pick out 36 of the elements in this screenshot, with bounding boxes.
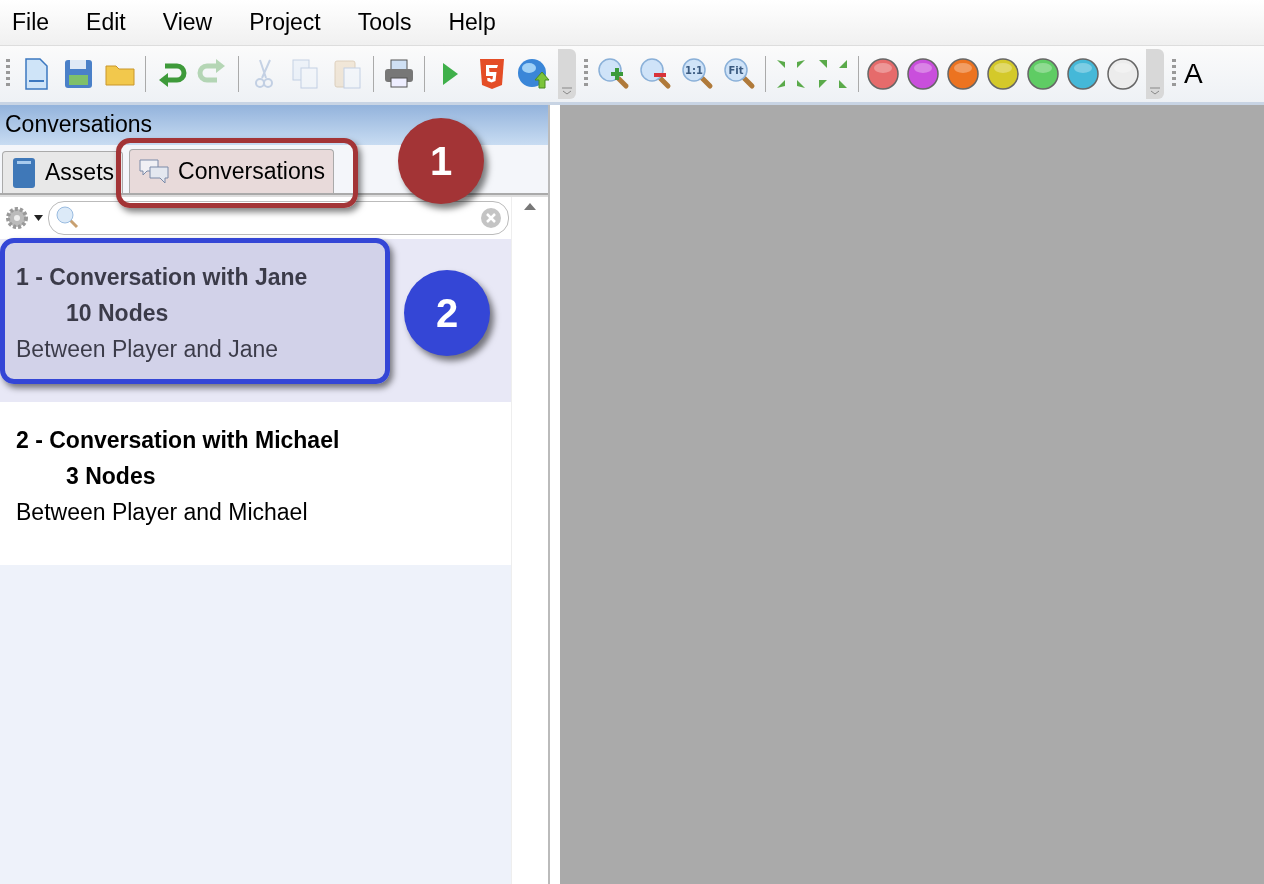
color-swatch-button[interactable]: [866, 57, 900, 91]
globe-upload-icon[interactable]: [516, 56, 552, 92]
book-icon: [11, 156, 37, 189]
speech-bubbles-icon: [138, 157, 171, 186]
conversation-title: 2 - Conversation with Michael: [16, 426, 340, 455]
tab[interactable]: Conversations: [129, 149, 335, 193]
color-swatch-button[interactable]: [946, 57, 980, 91]
menu-item[interactable]: Project: [249, 9, 321, 36]
conversation-list-item[interactable]: 2 - Conversation with Michael 3 Nodes Between Player and Michael: [0, 402, 512, 565]
toolbar-grip-icon[interactable]: [1172, 59, 1176, 89]
search-field[interactable]: [48, 201, 510, 235]
menu-item[interactable]: Edit: [86, 9, 126, 36]
conversation-title: 1 - Conversation with Jane: [16, 263, 308, 292]
settings-dropdown-button[interactable]: [4, 205, 44, 231]
color-swatch-button[interactable]: [1026, 57, 1060, 91]
menu-item[interactable]: File: [12, 9, 50, 36]
menu-item[interactable]: View: [162, 9, 213, 36]
menu-item[interactable]: Tools: [357, 9, 412, 36]
color-swatch-button[interactable]: [1106, 57, 1140, 91]
search-icon: [55, 205, 81, 231]
tab[interactable]: Assets: [2, 151, 124, 193]
toolbar-grip-icon[interactable]: [6, 59, 10, 89]
chevron-down-icon: [1149, 87, 1161, 95]
conversation-description: Between Player and Michael: [16, 498, 308, 527]
color-swatch-button[interactable]: [1066, 57, 1100, 91]
color-swatch-button[interactable]: [986, 57, 1020, 91]
node-count: 10 Nodes: [66, 299, 169, 328]
toolbar-label: A: [1184, 58, 1203, 90]
chevron-down-icon: [561, 87, 573, 95]
color-swatch-button[interactable]: [906, 57, 940, 91]
scroll-up-icon[interactable]: [523, 201, 538, 211]
conversation-description: Between Player and Jane: [16, 335, 279, 364]
scrollbar[interactable]: [511, 197, 548, 884]
node-count: 3 Nodes: [66, 462, 156, 491]
menu-item[interactable]: Help: [448, 9, 496, 36]
toolbar-grip-icon[interactable]: [584, 59, 588, 89]
